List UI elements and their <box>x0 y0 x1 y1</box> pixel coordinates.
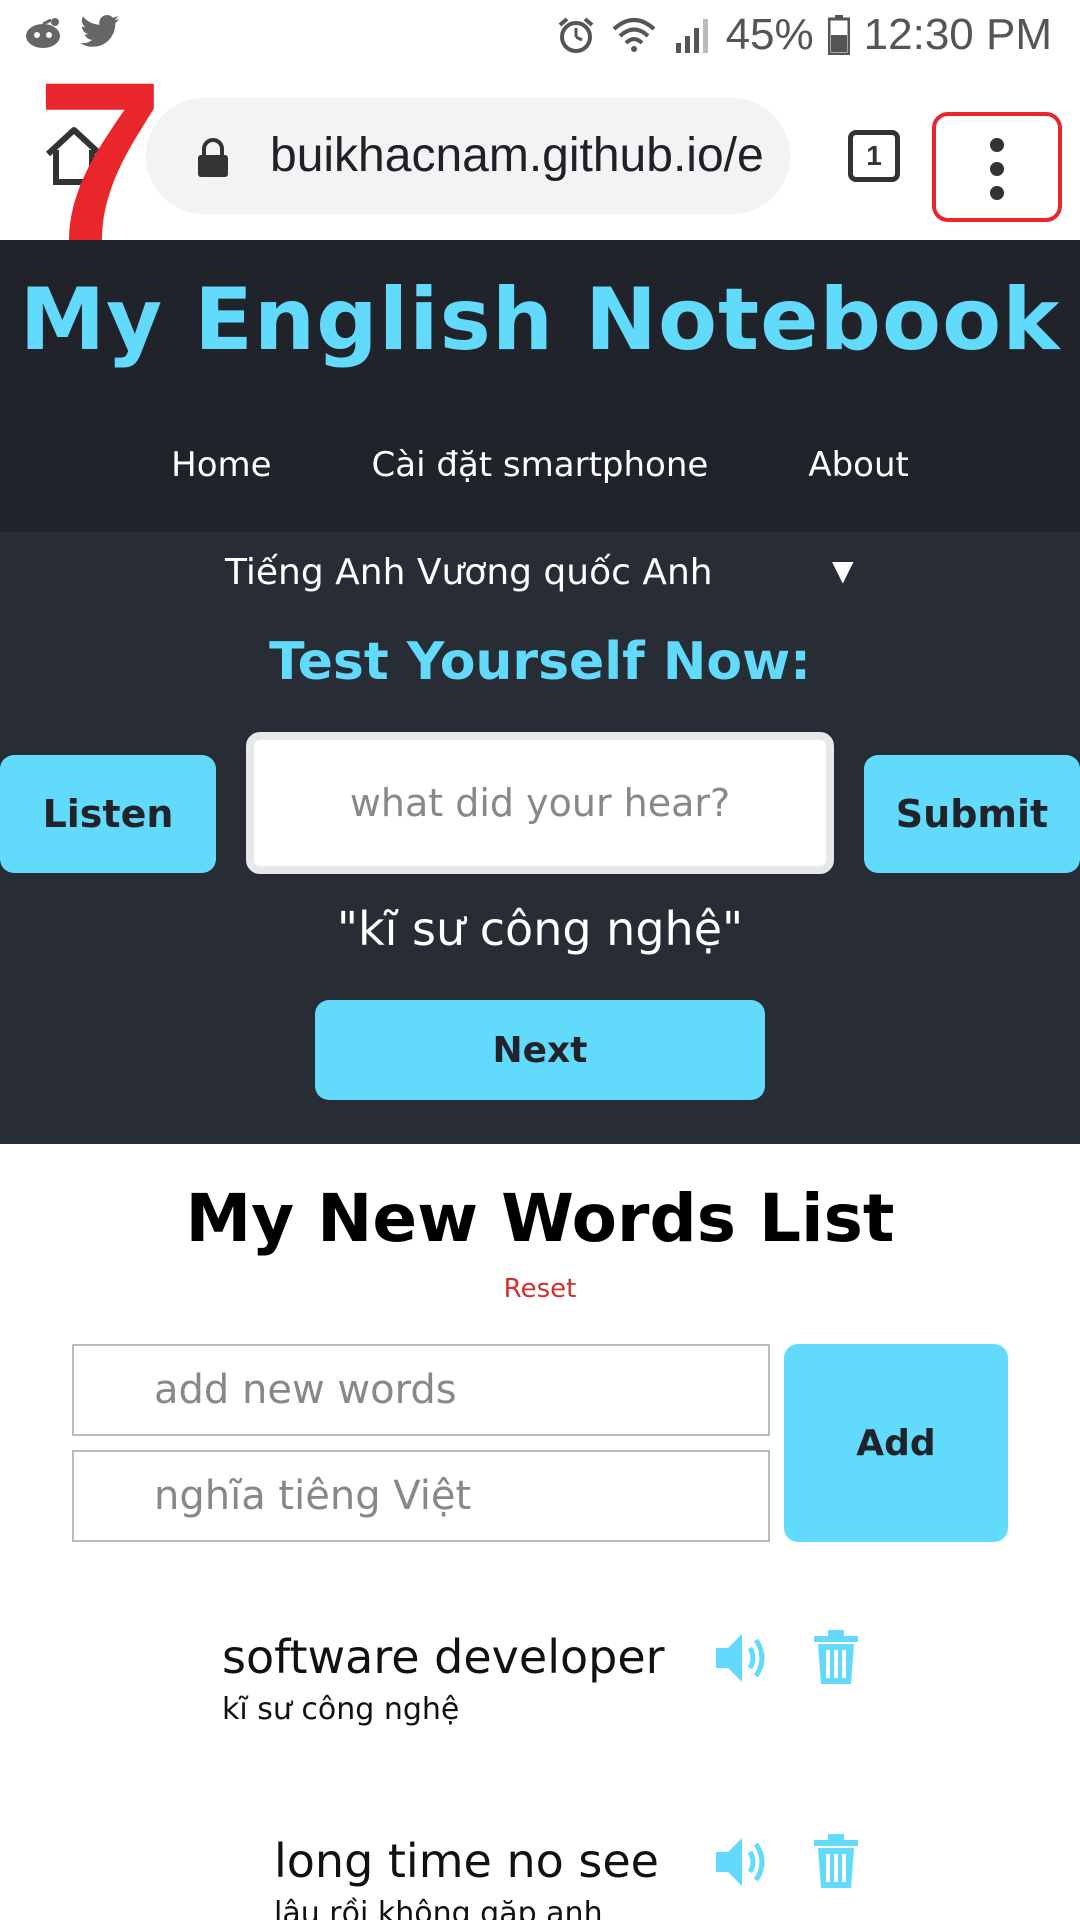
site-header: My English Notebook Home Cài đặt smartph… <box>0 240 1080 532</box>
nav-smartphone-setup[interactable]: Cài đặt smartphone <box>372 445 709 485</box>
signal-icon <box>675 19 708 53</box>
next-button[interactable]: Next <box>315 1000 765 1100</box>
address-bar[interactable]: buikhacnam.github.io/e <box>146 98 790 214</box>
word-list-item: long time no see lâu rồi không gặp anh <box>274 1834 659 1920</box>
browser-menu-button[interactable] <box>932 112 1062 222</box>
wifi-icon <box>612 18 655 52</box>
word-text: long time no see <box>274 1834 659 1888</box>
reset-link[interactable]: Reset <box>0 1274 1080 1304</box>
submit-button[interactable]: Submit <box>864 755 1080 873</box>
tab-switcher-button[interactable]: 1 <box>848 130 900 182</box>
answer-input[interactable]: what did your hear? <box>246 732 834 874</box>
speaker-icon[interactable] <box>714 1630 774 1686</box>
new-word-input[interactable]: add new words <box>72 1344 770 1436</box>
language-select-value: Tiếng Anh Vương quốc Anh <box>225 552 713 593</box>
battery-percent: 45% <box>725 10 814 59</box>
trash-icon[interactable] <box>814 1834 858 1888</box>
speaker-icon[interactable] <box>714 1834 774 1890</box>
nav-about[interactable]: About <box>808 445 909 485</box>
listen-button[interactable]: Listen <box>0 755 216 873</box>
twitter-icon <box>80 15 119 47</box>
test-title: Test Yourself Now: <box>269 632 811 692</box>
clock-time: 12:30 PM <box>863 10 1052 59</box>
menu-dot <box>990 186 1004 200</box>
meaning-input[interactable]: nghĩa tiêng Việt <box>72 1450 770 1542</box>
battery-icon <box>827 15 850 55</box>
word-list-item: software developer kĩ sư công nghệ <box>222 1630 665 1727</box>
alarm-icon <box>558 17 593 53</box>
main-nav: Home Cài đặt smartphone About <box>0 445 1080 485</box>
dropdown-arrow-icon: ▼ <box>832 554 854 587</box>
step-number: 7 <box>36 72 156 262</box>
word-text: software developer <box>222 1630 665 1684</box>
meaning-prompt: "kĩ sư công nghệ" <box>336 902 744 956</box>
test-section: Tiếng Anh Vương quốc Anh ▼ Test Yourself… <box>0 532 1080 1144</box>
menu-dots-icon <box>990 138 1004 152</box>
browser-toolbar: buikhacnam.github.io/e 1 <box>0 72 1080 240</box>
step-number-overlay: 7 <box>36 72 156 262</box>
lock-icon <box>198 138 228 177</box>
menu-dot <box>990 162 1004 176</box>
new-words-section: My New Words List Reset add new words ng… <box>0 1144 1080 1920</box>
status-bar: 45% 12:30 PM <box>0 0 1080 72</box>
trash-icon[interactable] <box>814 1630 858 1684</box>
words-list-title: My New Words List <box>185 1180 895 1257</box>
site-title: My English Notebook <box>19 270 1061 370</box>
add-button[interactable]: Add <box>784 1344 1008 1542</box>
reddit-icon <box>26 18 60 48</box>
word-meaning: lâu rồi không gặp anh <box>274 1896 603 1920</box>
word-meaning: kĩ sư công nghệ <box>222 1692 460 1727</box>
url-text: buikhacnam.github.io/e <box>270 129 764 182</box>
nav-home[interactable]: Home <box>171 445 271 485</box>
